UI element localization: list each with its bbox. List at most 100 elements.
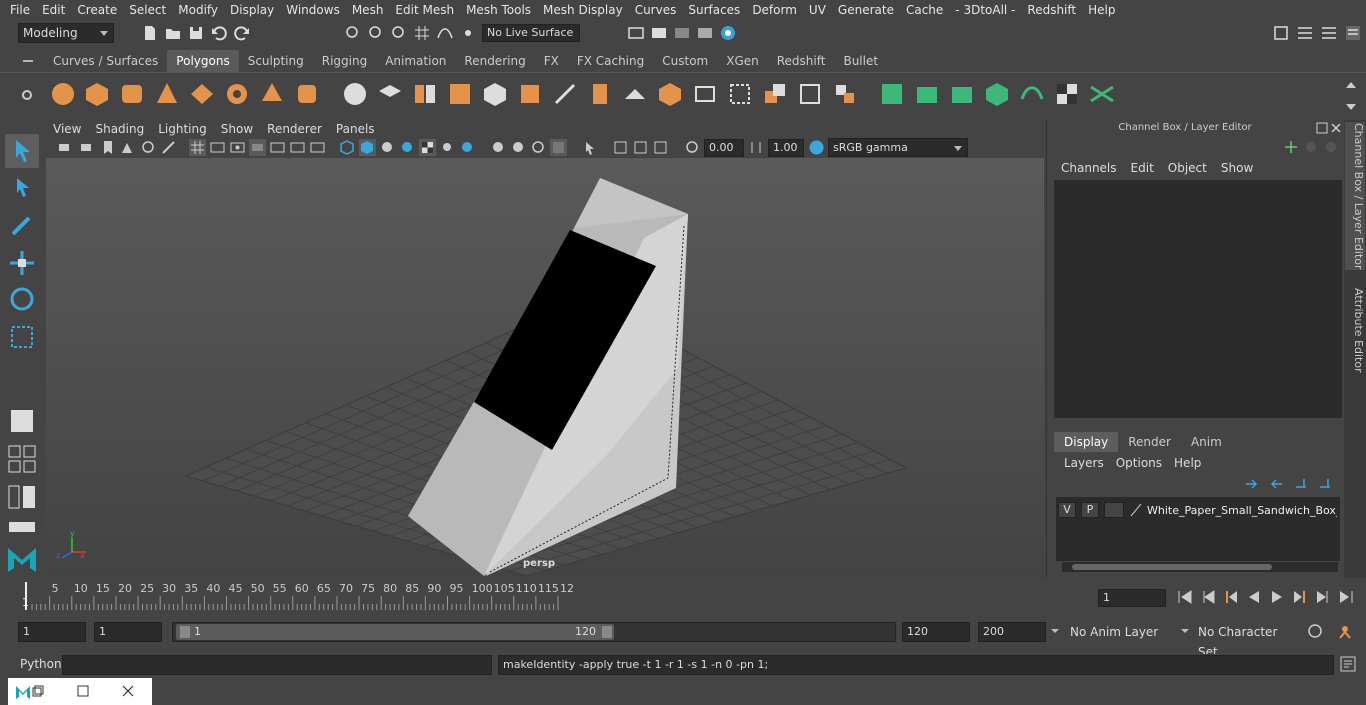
start-time-field[interactable]: 1 xyxy=(18,622,86,642)
layer-menu-layers[interactable]: Layers xyxy=(1058,456,1110,470)
poly-pyramid-icon[interactable] xyxy=(257,79,287,109)
layer-tab-display[interactable]: Display xyxy=(1054,432,1119,452)
menu-display[interactable]: Display xyxy=(224,3,280,17)
menu-uv[interactable]: UV xyxy=(803,3,832,17)
panel-menu-renderer[interactable]: Renderer xyxy=(260,122,329,136)
rotate-tool-icon[interactable] xyxy=(5,282,39,316)
menu-mesh-tools[interactable]: Mesh Tools xyxy=(460,3,537,17)
channel-menu-object[interactable]: Object xyxy=(1161,161,1214,175)
automatic-uv-icon[interactable] xyxy=(725,79,755,109)
poly-pipe-icon[interactable] xyxy=(292,79,322,109)
maximize-icon[interactable] xyxy=(77,685,89,697)
time-slider[interactable]: 5 10 15 20 25 30 35 40 45 50 55 60 65 70 75 80 85 90 95 100… xyxy=(18,580,1090,612)
combine-icon[interactable] xyxy=(340,79,370,109)
film-gate-icon[interactable] xyxy=(209,139,226,156)
open-scene-icon[interactable] xyxy=(164,24,182,42)
center-pivot-icon[interactable] xyxy=(795,79,825,109)
play-forwards-icon[interactable] xyxy=(1268,588,1286,606)
layout-four-icon[interactable] xyxy=(5,442,39,476)
speed-icon[interactable] xyxy=(1304,140,1318,154)
channel-box-toggle-icon[interactable] xyxy=(1344,24,1362,42)
select-by-object-icon[interactable] xyxy=(367,24,385,42)
safe-title-icon[interactable] xyxy=(309,139,326,156)
color-management-icon[interactable] xyxy=(808,139,825,156)
menu-windows[interactable]: Windows xyxy=(280,3,346,17)
menu-modify[interactable]: Modify xyxy=(172,3,224,17)
workspace-icon[interactable] xyxy=(1272,24,1290,42)
multisample-aa-icon[interactable] xyxy=(510,139,527,156)
poly-sphere-icon[interactable] xyxy=(48,79,78,109)
exposure-icon[interactable] xyxy=(684,139,701,156)
fill-hole-icon[interactable] xyxy=(655,79,685,109)
animation-preferences-icon[interactable] xyxy=(1336,622,1354,640)
new-scene-icon[interactable] xyxy=(141,24,159,42)
maya-window-icon[interactable] xyxy=(14,683,34,701)
separate-icon[interactable] xyxy=(375,79,405,109)
channel-menu-show[interactable]: Show xyxy=(1214,161,1260,175)
script-editor-icon[interactable] xyxy=(1340,656,1356,672)
end-time-chevron-icon[interactable] xyxy=(1048,624,1062,638)
close-panel-icon[interactable] xyxy=(1330,122,1342,134)
extrude-icon[interactable] xyxy=(480,79,510,109)
end-time-field[interactable]: 200 xyxy=(978,622,1046,642)
shelf-settings-gear-icon[interactable] xyxy=(18,86,36,104)
shelf-tab-sculpting[interactable]: Sculpting xyxy=(239,50,313,72)
gamma-field[interactable]: 1.00 xyxy=(768,139,804,157)
undo-icon[interactable] xyxy=(210,24,228,42)
motion-blur-icon[interactable] xyxy=(490,139,507,156)
menu-edit-mesh[interactable]: Edit Mesh xyxy=(389,3,460,17)
backface-culling-icon[interactable] xyxy=(652,139,669,156)
menu-help[interactable]: Help xyxy=(1082,3,1121,17)
depth-of-field-icon[interactable] xyxy=(530,139,547,156)
lasso-tool-icon[interactable] xyxy=(5,172,39,206)
smooth-icon[interactable] xyxy=(445,79,475,109)
resolution-gate-icon[interactable] xyxy=(229,139,246,156)
render-view-icon[interactable] xyxy=(719,24,737,42)
new-layer-selected-icon[interactable] xyxy=(1318,477,1334,491)
select-by-hierarchy-icon[interactable] xyxy=(344,24,362,42)
menu-edit[interactable]: Edit xyxy=(36,3,71,17)
poly-cone-icon[interactable] xyxy=(152,79,182,109)
hypershade-icon[interactable] xyxy=(696,24,714,42)
poly-cylinder-icon[interactable] xyxy=(117,79,147,109)
menu-cache[interactable]: Cache xyxy=(900,3,949,17)
step-back-key-icon[interactable] xyxy=(1199,588,1217,606)
camera-select-icon[interactable] xyxy=(57,139,74,156)
mirror-icon[interactable] xyxy=(410,79,440,109)
menu-file[interactable]: File xyxy=(4,3,36,17)
mode-dropdown[interactable]: Modeling xyxy=(18,23,114,43)
menu-mesh[interactable]: Mesh xyxy=(346,3,390,17)
anim-layer-dropdown[interactable]: No Anim Layer xyxy=(1070,622,1168,642)
planar-uv-icon[interactable] xyxy=(690,79,720,109)
layer-hscrollbar[interactable] xyxy=(1062,562,1338,572)
grease-pencil-icon[interactable] xyxy=(160,139,177,156)
channel-menu-edit[interactable]: Edit xyxy=(1124,161,1161,175)
perspective-viewport[interactable]: y x z persp xyxy=(46,158,1044,578)
layer-menu-help[interactable]: Help xyxy=(1168,456,1207,470)
live-surface-field[interactable]: No Live Surface xyxy=(482,24,580,42)
multi-cut-icon[interactable] xyxy=(550,79,580,109)
layout-outliner-icon[interactable] xyxy=(5,480,39,514)
playback-end-field[interactable]: 120 xyxy=(902,622,970,642)
move-layer-down-icon[interactable] xyxy=(1268,477,1284,491)
step-forward-key-icon[interactable] xyxy=(1314,588,1332,606)
channel-box-side-tab[interactable]: Channel Box / Layer Editor xyxy=(1345,122,1365,270)
xray-icon[interactable] xyxy=(550,139,567,156)
move-layer-up-icon[interactable] xyxy=(1244,477,1260,491)
screen-space-ao-icon[interactable] xyxy=(459,139,476,156)
auto-key-icon[interactable] xyxy=(1306,622,1324,640)
menu-generate[interactable]: Generate xyxy=(832,3,900,17)
shelf-menu-icon[interactable] xyxy=(18,52,38,70)
field-chart-icon[interactable] xyxy=(269,139,286,156)
shelf-tab-rigging[interactable]: Rigging xyxy=(313,50,376,72)
menu-redshift[interactable]: Redshift xyxy=(1021,3,1082,17)
attribute-editor-toggle-icon[interactable] xyxy=(1296,24,1314,42)
layer-playback-toggle[interactable]: P xyxy=(1081,502,1099,518)
redshift-light-icon[interactable] xyxy=(947,79,977,109)
isolate-select-icon[interactable] xyxy=(582,139,599,156)
menu-select[interactable]: Select xyxy=(123,3,172,17)
script-language-label[interactable]: Python xyxy=(20,657,62,671)
color-space-dropdown[interactable]: sRGB gamma xyxy=(828,138,968,157)
redo-icon[interactable] xyxy=(233,24,251,42)
menu-surfaces[interactable]: Surfaces xyxy=(682,3,746,17)
